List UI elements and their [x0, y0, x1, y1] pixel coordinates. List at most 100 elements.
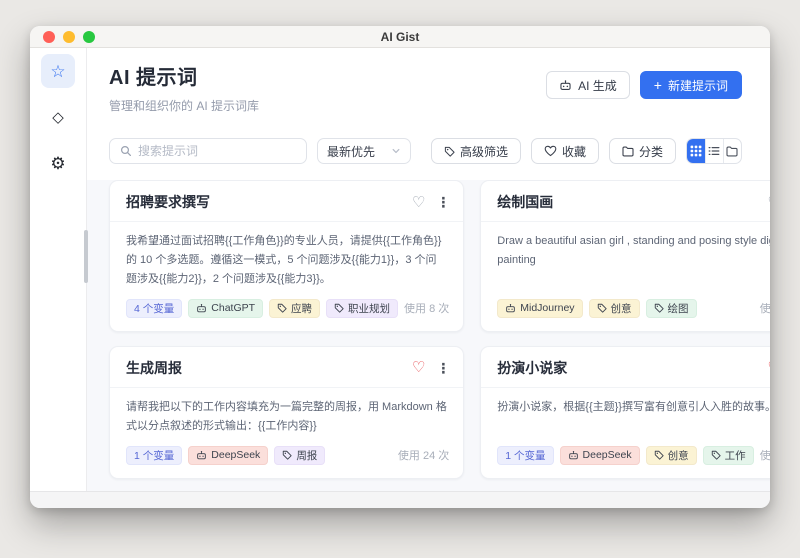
tag-icon	[282, 450, 292, 460]
favorite-heart-icon[interactable]: ♡	[412, 195, 425, 210]
card-header: 扮演小说家 ♡ ⋮	[481, 347, 770, 388]
card-title: 招聘要求撰写	[126, 192, 210, 212]
card-body: 我希望通过面试招聘{{工作角色}}的专业人员，请提供{{工作角色}}的 10 个…	[110, 222, 463, 295]
card-body: 请帮我把以下的工作内容填充为一篇完整的周报，用 Markdown 格式以分点叙述…	[110, 388, 463, 442]
tag-icon	[654, 450, 664, 460]
prompt-card[interactable]: 扮演小说家 ♡ ⋮ 扮演小说家，根据{{主题}}撰写富有创意引人入胜的故事。 1…	[480, 346, 770, 479]
card-title: 扮演小说家	[497, 358, 567, 378]
more-menu-icon[interactable]: ⋮	[436, 195, 450, 209]
tag-icon	[654, 303, 664, 313]
category-tag: 绘图	[646, 299, 697, 318]
folder-icon	[726, 146, 738, 157]
variable-count-tag: 1 个变量	[126, 446, 182, 465]
search-input[interactable]	[138, 144, 296, 158]
robot-icon	[559, 79, 572, 92]
favorite-heart-icon[interactable]: ♡	[767, 195, 770, 210]
categories-filter-label: 分类	[639, 143, 663, 160]
grid-view-button[interactable]	[687, 139, 705, 163]
ai-generate-button[interactable]: AI 生成	[546, 71, 630, 99]
page-subtitle: 管理和组织你的 AI 提示词库	[109, 97, 259, 114]
sidebar: ☆ ◇ ⚙	[30, 48, 87, 491]
robot-icon	[196, 450, 207, 461]
grid-icon	[690, 145, 702, 157]
category-tag: 工作	[703, 446, 754, 465]
card-header: 生成周报 ♡ ⋮	[110, 347, 463, 388]
categories-filter-button[interactable]: 分类	[609, 138, 676, 164]
prompt-card[interactable]: 绘制国画 ♡ ⋮ Draw a beautiful asian girl , s…	[480, 180, 770, 332]
sidebar-item-library[interactable]: ◇	[41, 100, 75, 134]
page-header-text: AI 提示词 管理和组织你的 AI 提示词库	[109, 61, 259, 114]
sort-value: 最新优先	[327, 143, 375, 160]
window-footer	[30, 491, 770, 508]
usage-count: 使用 8 次	[404, 300, 449, 316]
card-title: 绘制国画	[497, 192, 553, 212]
ai-generate-label: AI 生成	[578, 77, 617, 94]
tag-icon	[711, 450, 721, 460]
card-footer: 1 个变量 DeepSeek 创意 工作 使用 6 次	[481, 442, 770, 478]
new-prompt-button[interactable]: + 新建提示词	[640, 71, 742, 99]
minimize-window-button[interactable]	[63, 31, 75, 43]
model-tag: DeepSeek	[188, 446, 268, 465]
advanced-filter-label: 高级筛选	[460, 143, 508, 160]
favorite-heart-icon[interactable]: ♡	[412, 360, 425, 375]
sort-dropdown[interactable]: 最新优先	[317, 138, 411, 164]
robot-icon	[568, 450, 579, 461]
search-box[interactable]	[109, 138, 307, 164]
toolbar: 最新优先 高级筛选 收藏	[87, 114, 770, 164]
tag-icon	[597, 303, 607, 313]
card-grid: 招聘要求撰写 ♡ ⋮ 我希望通过面试招聘{{工作角色}}的专业人员，请提供{{工…	[109, 180, 742, 479]
favorites-filter-button[interactable]: 收藏	[531, 138, 599, 164]
model-tag: DeepSeek	[560, 446, 640, 465]
window-title: AI Gist	[30, 30, 770, 44]
zoom-window-button[interactable]	[83, 31, 95, 43]
card-body: Draw a beautiful asian girl , standing a…	[481, 222, 770, 295]
favorite-heart-icon[interactable]: ♡	[767, 360, 770, 375]
folder-icon	[622, 146, 634, 157]
titlebar: AI Gist	[30, 26, 770, 48]
variable-count-tag: 1 个变量	[497, 446, 553, 465]
robot-icon	[505, 303, 516, 314]
close-window-button[interactable]	[43, 31, 55, 43]
list-view-button[interactable]	[705, 139, 723, 163]
tag-icon	[334, 303, 344, 313]
card-actions: ♡ ⋮	[767, 195, 770, 210]
card-actions: ♡ ⋮	[767, 360, 770, 375]
category-tag: 周报	[274, 446, 325, 465]
usage-count: 使用 1 次	[760, 300, 770, 316]
more-menu-icon[interactable]: ⋮	[436, 361, 450, 375]
prompt-card[interactable]: 生成周报 ♡ ⋮ 请帮我把以下的工作内容填充为一篇完整的周报，用 Markdow…	[109, 346, 464, 479]
advanced-filter-button[interactable]: 高级筛选	[431, 138, 521, 164]
usage-count: 使用 6 次	[760, 447, 770, 463]
card-header: 绘制国画 ♡ ⋮	[481, 181, 770, 222]
new-prompt-label: 新建提示词	[668, 77, 728, 94]
traffic-lights	[43, 31, 95, 43]
sidebar-item-prompts[interactable]: ☆	[41, 54, 75, 88]
category-tag: 职业规划	[326, 299, 398, 318]
diamond-icon: ◇	[52, 110, 64, 125]
card-header: 招聘要求撰写 ♡ ⋮	[110, 181, 463, 222]
app-window: AI Gist ☆ ◇ ⚙ AI 提示词 管理和组织你的 AI 提示词库	[30, 26, 770, 508]
category-tag: 创意	[646, 446, 697, 465]
tag-icon	[277, 303, 287, 313]
page-title: AI 提示词	[109, 61, 259, 90]
card-footer: MidJourney 创意 绘图 使用 1 次	[481, 295, 770, 331]
chevron-down-icon	[391, 146, 401, 156]
card-title: 生成周报	[126, 358, 182, 378]
category-tag: 应聘	[269, 299, 320, 318]
card-footer: 4 个变量 ChatGPT 应聘 职业规划 使用 8 次	[110, 295, 463, 331]
scrollbar-thumb[interactable]	[84, 230, 88, 283]
sidebar-item-settings[interactable]: ⚙	[41, 146, 75, 180]
gear-icon: ⚙	[50, 155, 65, 172]
prompt-card[interactable]: 招聘要求撰写 ♡ ⋮ 我希望通过面试招聘{{工作角色}}的专业人员，请提供{{工…	[109, 180, 464, 332]
model-tag: MidJourney	[497, 299, 582, 318]
card-body: 扮演小说家，根据{{主题}}撰写富有创意引人入胜的故事。	[481, 388, 770, 442]
star-icon: ☆	[50, 63, 65, 80]
cards-area: 招聘要求撰写 ♡ ⋮ 我希望通过面试招聘{{工作角色}}的专业人员，请提供{{工…	[87, 180, 770, 491]
folder-view-button[interactable]	[723, 139, 741, 163]
variable-count-tag: 4 个变量	[126, 299, 182, 318]
model-tag: ChatGPT	[188, 299, 263, 318]
view-toggle	[686, 138, 742, 164]
category-tag: 创意	[589, 299, 640, 318]
list-icon	[708, 145, 720, 157]
page-header: AI 提示词 管理和组织你的 AI 提示词库 AI 生成 + 新建提示词	[87, 48, 770, 114]
